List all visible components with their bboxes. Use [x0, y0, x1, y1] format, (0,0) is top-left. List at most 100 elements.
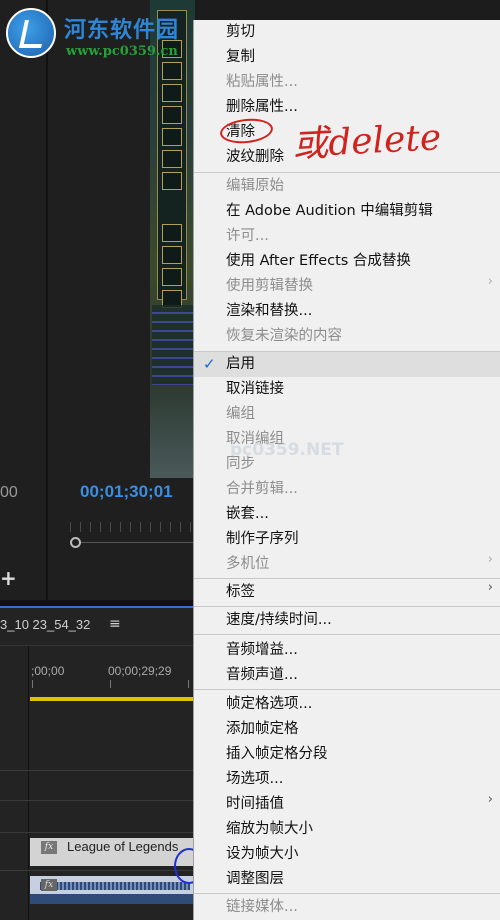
menu-item-label: 链接媒体... [226, 899, 298, 915]
menu-item-add-frame-hold[interactable]: 添加帧定格 [194, 717, 500, 742]
menu-item-edit-in-audition[interactable]: 在 Adobe Audition 中编辑剪辑 [194, 199, 500, 224]
overlay-watermark: pc0359.NET [230, 440, 344, 460]
ruler-tick [188, 680, 189, 688]
fx-badge-icon: fx [41, 879, 57, 891]
ruler-tick [32, 680, 33, 688]
menu-item-replace-with-after-effects[interactable]: 使用 After Effects 合成替换 [194, 249, 500, 274]
chevron-right-icon: › [487, 792, 493, 807]
panel-divider[interactable] [46, 0, 48, 600]
menu-item-time-interpolation[interactable]: 时间插值 › [194, 792, 500, 817]
menu-item-set-to-frame-size[interactable]: 设为帧大小 [194, 842, 500, 867]
game-chat-log [152, 305, 195, 385]
watermark-title: 河东软件园 [64, 18, 180, 43]
menu-item-label: 删除属性... [226, 99, 298, 115]
menu-item-make-subsequence[interactable]: 制作子序列 [194, 527, 500, 552]
menu-item-label: 标签 [226, 584, 255, 600]
menu-separator [194, 172, 500, 173]
menu-item-label: 在 Adobe Audition 中编辑剪辑 [226, 203, 433, 219]
menu-item-adjustment-layer[interactable]: 调整图层 [194, 867, 500, 892]
work-area-bar[interactable] [30, 697, 195, 701]
menu-item-merge-clips: 合并剪辑... [194, 477, 500, 502]
monitor-scrub-bar[interactable] [70, 542, 195, 543]
menu-item-render-and-replace[interactable]: 渲染和替换... [194, 299, 500, 324]
menu-separator [194, 689, 500, 690]
menu-item-replace-with-clip: 使用剪辑替换 › [194, 274, 500, 299]
monitor-time-ruler[interactable] [70, 522, 195, 532]
track-divider [0, 870, 195, 871]
menu-item-label: 调整图层 [226, 871, 284, 887]
menu-item-multi-camera: 多机位 › [194, 552, 500, 577]
menu-item-label: 嵌套... [226, 506, 269, 522]
menu-item-label-color[interactable]: 标签 › [194, 580, 500, 605]
menu-item-cut[interactable]: 剪切 [194, 20, 500, 45]
menu-item-enable[interactable]: ✓ 启用 [194, 352, 500, 377]
game-item-slot [162, 246, 182, 264]
add-button-icon[interactable]: + [0, 566, 17, 590]
menu-item-copy[interactable]: 复制 [194, 45, 500, 70]
chevron-right-icon: › [487, 580, 493, 595]
menu-separator [194, 634, 500, 635]
ruler-tick [110, 680, 111, 688]
menu-item-scale-to-frame-size[interactable]: 缩放为帧大小 [194, 817, 500, 842]
audio-waveform [40, 882, 190, 890]
track-header-divider [28, 646, 29, 920]
program-timecode[interactable]: 00;01;30;01 [80, 482, 173, 502]
timeline-panel [0, 606, 195, 920]
menu-item-label: 添加帧定格 [226, 721, 299, 737]
menu-item-nest[interactable]: 嵌套... [194, 502, 500, 527]
menu-item-label: 多机位 [226, 556, 270, 572]
timeline-header-divider [0, 645, 195, 646]
game-item-slot [162, 224, 182, 242]
chevron-right-icon: › [487, 274, 493, 289]
track-divider [0, 800, 195, 801]
game-item-slot [162, 172, 182, 190]
menu-item-label: 时间插值 [226, 796, 284, 812]
menu-item-frame-hold-options[interactable]: 帧定格选项... [194, 692, 500, 717]
menu-item-label: 场选项... [226, 771, 284, 787]
menu-item-edit-original: 编辑原始 [194, 174, 500, 199]
menu-item-label: 速度/持续时间... [226, 612, 332, 628]
ruler-time-label: ;00;00 [31, 664, 65, 678]
menu-item-label: 制作子序列 [226, 531, 299, 547]
menu-item-speed-duration[interactable]: 速度/持续时间... [194, 608, 500, 633]
watermark-logo-icon [6, 8, 56, 58]
menu-item-label: 粘贴属性... [226, 74, 298, 90]
menu-item-label: 使用 After Effects 合成替换 [226, 253, 411, 269]
clip-name: League of Legends [67, 839, 179, 854]
menu-item-label: 取消链接 [226, 381, 284, 397]
menu-item-label: 帧定格选项... [226, 696, 313, 712]
handwritten-annotation: 或delete [291, 117, 443, 166]
sequence-tab-label[interactable]: 3_10 23_54_32 [0, 617, 90, 632]
menu-item-label: 恢复未渲染的内容 [226, 328, 342, 344]
menu-separator [194, 893, 500, 894]
menu-item-audio-channels[interactable]: 音频声道... [194, 663, 500, 688]
active-tab-indicator [0, 606, 195, 608]
menu-item-label: 插入帧定格分段 [226, 746, 328, 762]
menu-item-audio-gain[interactable]: 音频增益... [194, 638, 500, 663]
watermark-url: www.pc0359.cn [66, 44, 178, 59]
ruler-time-label: 00;00;29;29 [108, 664, 172, 678]
menu-item-label: 合并剪辑... [226, 481, 298, 497]
menu-item-label: 剪切 [226, 24, 255, 40]
panel-menu-icon[interactable]: ≡ [109, 616, 121, 632]
track-divider [0, 770, 195, 771]
menu-item-link-media: 链接媒体... [194, 895, 500, 920]
menu-item-insert-frame-hold-segment[interactable]: 插入帧定格分段 [194, 742, 500, 767]
game-item-slot [162, 62, 182, 80]
chevron-right-icon: › [487, 552, 493, 567]
menu-item-field-options[interactable]: 场选项... [194, 767, 500, 792]
audio-clip-bar [30, 894, 195, 904]
menu-item-label: 编辑原始 [226, 178, 284, 194]
menu-item-label: 音频声道... [226, 667, 298, 683]
source-timecode: 00 [0, 484, 18, 501]
menu-item-unlink[interactable]: 取消链接 [194, 377, 500, 402]
menu-item-license: 许可... [194, 224, 500, 249]
game-item-slot [162, 128, 182, 146]
menu-item-label: 复制 [226, 49, 255, 65]
menu-item-label: 使用剪辑替换 [226, 278, 313, 294]
playhead-handle[interactable] [70, 537, 81, 548]
menu-separator [194, 606, 500, 607]
fx-badge-icon: fx [41, 841, 57, 854]
game-item-slot [162, 106, 182, 124]
menu-item-label: 启用 [226, 356, 255, 372]
